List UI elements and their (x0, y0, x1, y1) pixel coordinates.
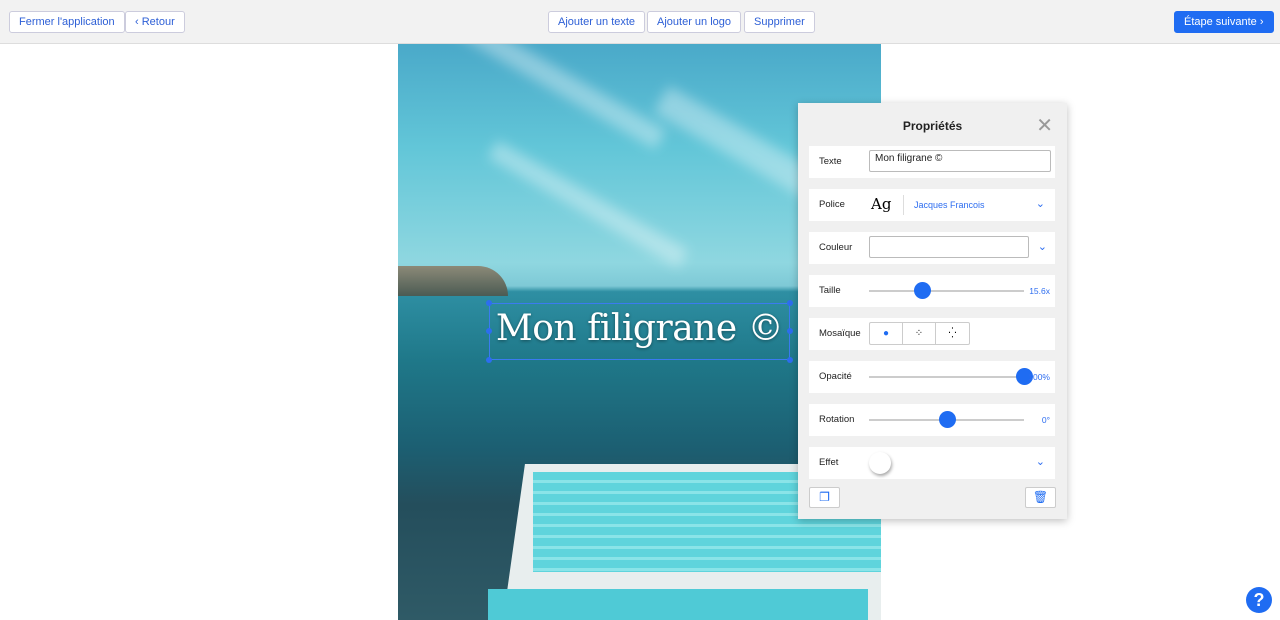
rotation-row: Rotation 0° (809, 404, 1055, 436)
divider (903, 195, 904, 215)
tiling-options: ● ⁘ ⁛ (869, 322, 970, 345)
size-slider[interactable] (869, 282, 1024, 299)
chevron-right-icon: › (1256, 16, 1264, 28)
rotation-slider[interactable] (869, 411, 1024, 428)
tiling-diamond-icon[interactable]: ⁛ (936, 323, 969, 344)
watermark-text[interactable]: Mon filigrane © (490, 308, 789, 349)
resize-handle[interactable] (787, 357, 793, 363)
opacity-row: Opacité 100% (809, 361, 1055, 393)
resize-handle[interactable] (486, 300, 492, 306)
rotation-label: Rotation (819, 414, 855, 425)
duplicate-icon[interactable]: ❐ (809, 487, 840, 508)
size-row: Taille 15.6x (809, 275, 1055, 307)
tiling-label: Mosaïque (819, 328, 861, 339)
watermark-selection[interactable]: Mon filigrane © (486, 300, 793, 363)
tiling-single-icon[interactable]: ● (870, 323, 903, 344)
font-select[interactable]: Jacques Francois (914, 200, 985, 210)
next-step-label: Étape suivante (1184, 16, 1257, 28)
slider-knob[interactable] (913, 282, 931, 299)
color-label: Couleur (819, 242, 853, 253)
resize-handle[interactable] (486, 357, 492, 363)
slider-knob[interactable] (938, 411, 956, 428)
help-button[interactable]: ? (1246, 587, 1272, 613)
text-row: Texte Mon filigrane © (809, 146, 1055, 178)
trash-icon[interactable]: 🗑 (1025, 487, 1056, 508)
delete-button[interactable]: Supprimer (744, 11, 815, 33)
opacity-value: 100% (1028, 372, 1050, 382)
tiling-grid-icon[interactable]: ⁘ (903, 323, 936, 344)
resize-handle[interactable] (787, 300, 793, 306)
add-text-button[interactable]: Ajouter un texte (548, 11, 646, 33)
resize-handle[interactable] (787, 328, 793, 334)
color-input[interactable] (869, 236, 1029, 258)
font-label: Police (819, 199, 845, 210)
font-row: Police Ag Jacques Francois ⌄ (809, 189, 1055, 221)
size-value: 15.6x (1029, 286, 1050, 296)
font-preview: Ag (871, 195, 892, 213)
chevron-down-icon[interactable]: ⌄ (1036, 455, 1045, 468)
rotation-value: 0° (1041, 415, 1050, 425)
back-button[interactable]: ‹ Retour (125, 11, 185, 33)
effect-toggle[interactable] (869, 452, 891, 474)
properties-panel: Propriétés ✕ Texte Mon filigrane © Polic… (798, 103, 1067, 519)
chevron-down-icon[interactable]: ⌄ (1036, 197, 1045, 210)
size-label: Taille (819, 285, 841, 296)
resize-handle[interactable] (486, 328, 492, 334)
top-toolbar: Fermer l'application ‹ Retour Ajouter un… (0, 0, 1280, 44)
effect-row: Effet ⌄ (809, 447, 1055, 479)
next-step-button[interactable]: Étape suivante › (1174, 11, 1274, 33)
chevron-left-icon: ‹ (135, 16, 142, 28)
chevron-down-icon[interactable]: ⌄ (1038, 240, 1047, 253)
panel-title: Propriétés (902, 119, 963, 133)
color-row: Couleur ⌄ (809, 232, 1055, 264)
close-app-button[interactable]: Fermer l'application (9, 11, 125, 33)
tiling-row: Mosaïque ● ⁘ ⁛ (809, 318, 1055, 350)
close-icon[interactable]: ✕ (1036, 113, 1053, 138)
effect-label: Effet (819, 457, 839, 468)
opacity-label: Opacité (819, 371, 852, 382)
opacity-slider[interactable] (869, 368, 1033, 385)
text-input[interactable]: Mon filigrane © (869, 150, 1051, 172)
back-label: Retour (141, 16, 175, 28)
text-label: Texte (819, 156, 842, 167)
add-logo-button[interactable]: Ajouter un logo (647, 11, 741, 33)
